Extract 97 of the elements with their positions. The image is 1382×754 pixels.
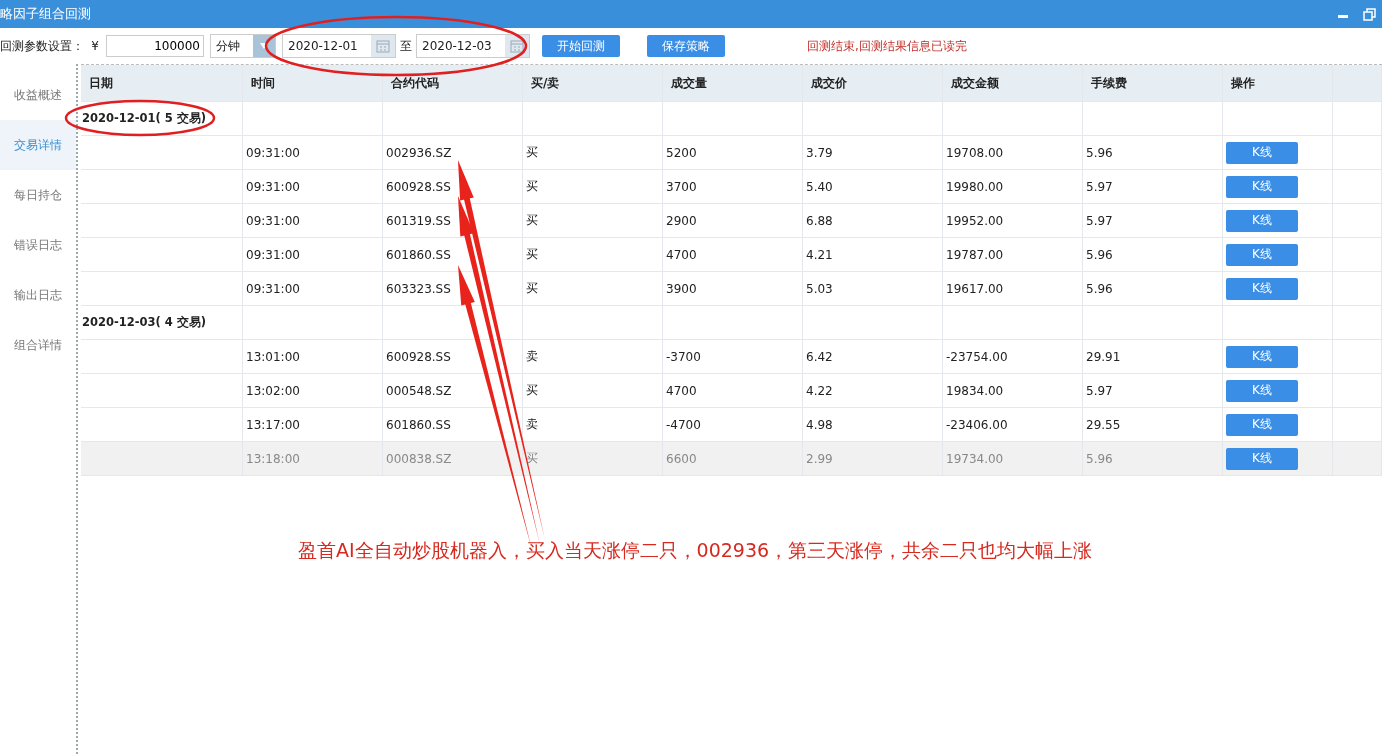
- sidebar-item[interactable]: 交易详情: [0, 120, 76, 170]
- table-cell: 3900: [663, 272, 803, 305]
- column-header: 手续费: [1083, 65, 1223, 101]
- table-cell: 19787.00: [943, 238, 1083, 271]
- period-dropdown[interactable]: 分钟: [210, 34, 276, 58]
- table-cell: 买: [523, 272, 663, 305]
- table-cell: 2.99: [803, 442, 943, 475]
- sidebar-item[interactable]: 错误日志: [0, 220, 76, 270]
- status-message: 回测结束,回测结果信息已读完: [807, 37, 967, 55]
- save-strategy-button[interactable]: 保存策略: [647, 35, 725, 57]
- table-cell: 5.96: [1083, 136, 1223, 169]
- table-cell: 6.88: [803, 204, 943, 237]
- end-date-field[interactable]: 2020-12-03: [416, 34, 530, 58]
- column-header: 时间: [243, 65, 383, 101]
- table-cell: 5.40: [803, 170, 943, 203]
- table-cell: 09:31:00: [243, 272, 383, 305]
- table-cell: 19617.00: [943, 272, 1083, 305]
- annotation-caption: 盈首AI全自动炒股机器入，买入当天涨停二只，002936，第三天涨停，共余二只也均大幅上涨: [298, 538, 1093, 563]
- kline-button[interactable]: K线: [1226, 175, 1298, 198]
- table-cell: 19980.00: [943, 170, 1083, 203]
- kline-button[interactable]: K线: [1226, 209, 1298, 232]
- table-cell: 买: [523, 374, 663, 407]
- table-cell: 4700: [663, 238, 803, 271]
- table-cell: 3.79: [803, 136, 943, 169]
- table-cell: 19952.00: [943, 204, 1083, 237]
- table-cell: 买: [523, 204, 663, 237]
- column-header: 合约代码: [383, 65, 523, 101]
- column-header: 日期: [81, 65, 243, 101]
- table-cell: 09:31:00: [243, 170, 383, 203]
- window-title: 略因子组合回测: [0, 5, 91, 23]
- date-group-label: 2020-12-03( 4 交易): [81, 306, 243, 339]
- table-row[interactable]: 13:18:00 000838.SZ 买 6600 2.99 19734.00 5.96 K线: [81, 442, 1382, 476]
- column-header: 买/卖: [523, 65, 663, 101]
- table-cell: 4.98: [803, 408, 943, 441]
- table-cell: -4700: [663, 408, 803, 441]
- table-cell: 买: [523, 136, 663, 169]
- table-cell: 09:31:00: [243, 238, 383, 271]
- table-cell: 5.96: [1083, 442, 1223, 475]
- table-cell: 6600: [663, 442, 803, 475]
- kline-button[interactable]: K线: [1226, 379, 1298, 402]
- table-cell: 买: [523, 238, 663, 271]
- sidebar-item[interactable]: 收益概述: [0, 70, 76, 120]
- capital-field[interactable]: 100000: [106, 35, 204, 57]
- table-cell: 3700: [663, 170, 803, 203]
- caret-icon: [260, 43, 268, 49]
- calendar-icon[interactable]: [510, 39, 524, 53]
- table-row[interactable]: 09:31:00 600928.SS 买 3700 5.40 19980.00 5.97 K线: [81, 170, 1382, 204]
- to-label: 至: [399, 37, 413, 55]
- kline-button[interactable]: K线: [1226, 141, 1298, 164]
- table-cell: 5.96: [1083, 238, 1223, 271]
- sidebar-item[interactable]: 组合详情: [0, 320, 76, 370]
- table-cell: -3700: [663, 340, 803, 373]
- date-group-label: 2020-12-01( 5 交易): [81, 102, 243, 135]
- sidebar-item[interactable]: 输出日志: [0, 270, 76, 320]
- table-cell: 5.96: [1083, 272, 1223, 305]
- kline-button[interactable]: K线: [1226, 345, 1298, 368]
- column-header: 成交价: [803, 65, 943, 101]
- table-cell: 09:31:00: [243, 136, 383, 169]
- sidebar-item[interactable]: 每日持仓: [0, 170, 76, 220]
- table-cell: 5200: [663, 136, 803, 169]
- table-cell: 13:17:00: [243, 408, 383, 441]
- table-cell: 6.42: [803, 340, 943, 373]
- table-cell: 19708.00: [943, 136, 1083, 169]
- table-cell: 4.22: [803, 374, 943, 407]
- table-cell: 13:02:00: [243, 374, 383, 407]
- restore-icon[interactable]: [1363, 7, 1376, 21]
- currency-symbol: ¥: [90, 39, 100, 53]
- table-row[interactable]: 09:31:00 002936.SZ 买 5200 3.79 19708.00 5.96 K线: [81, 136, 1382, 170]
- table-cell: 29.91: [1083, 340, 1223, 373]
- start-date-field[interactable]: 2020-12-01: [282, 34, 396, 58]
- column-header: 成交量: [663, 65, 803, 101]
- table-cell: 5.97: [1083, 170, 1223, 203]
- table-cell: 09:31:00: [243, 204, 383, 237]
- table-row[interactable]: 13:02:00 000548.SZ 买 4700 4.22 19834.00 5.97 K线: [81, 374, 1382, 408]
- table-cell: 19734.00: [943, 442, 1083, 475]
- column-header: 操作: [1223, 65, 1333, 101]
- table-cell: 5.97: [1083, 374, 1223, 407]
- kline-button[interactable]: K线: [1226, 243, 1298, 266]
- table-cell: 5.03: [803, 272, 943, 305]
- kline-button[interactable]: K线: [1226, 413, 1298, 436]
- table-cell: -23406.00: [943, 408, 1083, 441]
- table-cell: 卖: [523, 340, 663, 373]
- kline-button[interactable]: K线: [1226, 447, 1298, 470]
- table-cell: 19834.00: [943, 374, 1083, 407]
- table-cell: 4.21: [803, 238, 943, 271]
- table-cell: -23754.00: [943, 340, 1083, 373]
- table-cell: 13:01:00: [243, 340, 383, 373]
- table-cell: 13:18:00: [243, 442, 383, 475]
- table-cell: 29.55: [1083, 408, 1223, 441]
- table-cell: 4700: [663, 374, 803, 407]
- params-label: 回测参数设置：: [0, 37, 84, 55]
- start-backtest-button[interactable]: 开始回测: [542, 35, 620, 57]
- table-cell: 2900: [663, 204, 803, 237]
- column-header: 成交金额: [943, 65, 1083, 101]
- table-cell: 5.97: [1083, 204, 1223, 237]
- table-cell: 买: [523, 170, 663, 203]
- kline-button[interactable]: K线: [1226, 277, 1298, 300]
